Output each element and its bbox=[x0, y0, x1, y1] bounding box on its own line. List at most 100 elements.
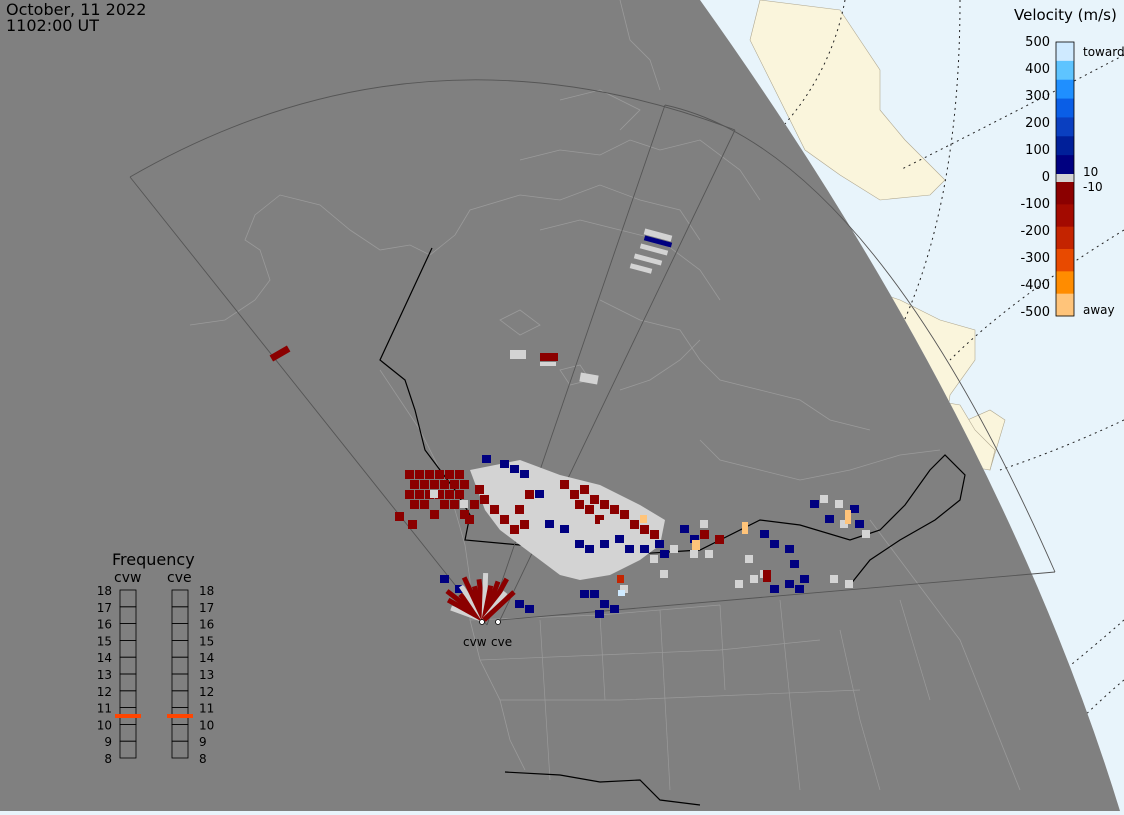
frequency-tick-right: 18 bbox=[199, 584, 214, 598]
scatter-cell bbox=[585, 505, 594, 514]
scatter-cell bbox=[660, 570, 668, 578]
scatter-cell bbox=[640, 545, 649, 553]
scatter-cell bbox=[580, 590, 589, 598]
scatter-cell bbox=[445, 470, 454, 479]
frequency-tick-left: 12 bbox=[97, 685, 112, 699]
scatter-cell bbox=[575, 540, 584, 548]
scatter-cell bbox=[475, 485, 484, 494]
scatter-cell bbox=[445, 490, 454, 499]
scatter-cell bbox=[800, 575, 809, 583]
map-canvas: cvw cve Velocity (m/s) 500 400 300 200 100 0 -… bbox=[0, 0, 1124, 811]
scatter-cell bbox=[640, 515, 647, 523]
scatter-cell bbox=[742, 522, 748, 534]
scatter-cell bbox=[575, 500, 584, 509]
frequency-col-cvw: cvw bbox=[114, 570, 141, 586]
scatter-cell bbox=[610, 605, 619, 613]
scatter-cell bbox=[835, 500, 843, 508]
velocity-swatch bbox=[1056, 226, 1074, 250]
frequency-tick-right: 10 bbox=[199, 718, 214, 732]
frequency-tick-left: 16 bbox=[97, 618, 112, 632]
velocity-scale-title: Velocity (m/s) bbox=[1014, 6, 1117, 24]
scatter-cell bbox=[750, 575, 758, 583]
scatter-cell bbox=[460, 480, 469, 489]
frequency-tick-right: 9 bbox=[199, 735, 207, 749]
scatter-cell bbox=[420, 480, 429, 489]
scatter-cell bbox=[405, 470, 414, 479]
frequency-tick-left: 13 bbox=[97, 668, 112, 682]
scatter-cell bbox=[465, 515, 474, 524]
velocity-tick-label: 300 bbox=[1025, 89, 1050, 104]
scatter-cell bbox=[650, 530, 659, 539]
velocity-tick-label: -300 bbox=[1020, 251, 1050, 266]
velocity-tick-label: 400 bbox=[1025, 62, 1050, 77]
scatter-cell bbox=[595, 610, 604, 618]
frequency-tick-right: 16 bbox=[199, 618, 214, 632]
velocity-swatch bbox=[1056, 60, 1074, 81]
scatter-cell bbox=[640, 525, 649, 534]
velocity-swatch bbox=[1056, 271, 1074, 295]
scatter-cell bbox=[600, 520, 608, 528]
scatter-cell bbox=[715, 535, 724, 544]
scatter-cell bbox=[700, 530, 709, 539]
scatter-cell bbox=[680, 525, 689, 533]
velocity-swatch-ground-scatter bbox=[1056, 174, 1074, 182]
scatter-cell bbox=[760, 530, 769, 538]
scatter-cell bbox=[440, 480, 449, 489]
scatter-cell bbox=[845, 510, 851, 524]
velocity-swatch bbox=[1056, 155, 1074, 175]
scatter-cell bbox=[600, 500, 609, 509]
scatter-cell bbox=[855, 520, 864, 528]
scatter-cell bbox=[670, 545, 678, 553]
scatter-cell bbox=[618, 590, 625, 596]
scatter-cell bbox=[540, 353, 558, 361]
scatter-cell bbox=[395, 512, 404, 521]
velocity-label-neg-threshold: -10 bbox=[1083, 180, 1103, 194]
scatter-cell bbox=[620, 510, 629, 519]
scatter-cell bbox=[470, 500, 479, 509]
scatter-cell bbox=[435, 470, 444, 479]
frequency-tick-left: 9 bbox=[104, 735, 112, 749]
velocity-tick-label: -200 bbox=[1020, 224, 1050, 239]
frequency-tick-left: 15 bbox=[97, 634, 112, 648]
scatter-cell bbox=[495, 485, 503, 493]
radar-site-cvw bbox=[479, 619, 485, 625]
frequency-col-cve: cve bbox=[167, 570, 192, 586]
scatter-cell bbox=[440, 500, 449, 509]
scatter-cell bbox=[482, 455, 491, 463]
frequency-tick-left: 8 bbox=[104, 752, 112, 766]
velocity-label-away: away bbox=[1083, 303, 1115, 317]
scatter-cell bbox=[525, 605, 534, 613]
scatter-cell bbox=[535, 490, 544, 498]
scatter-cell bbox=[692, 540, 700, 550]
scatter-cell bbox=[660, 550, 669, 558]
velocity-tick-label: 500 bbox=[1025, 35, 1050, 50]
velocity-swatch bbox=[1056, 249, 1074, 272]
frequency-tick-left: 11 bbox=[97, 702, 112, 716]
scatter-cell bbox=[625, 545, 634, 553]
scatter-cell bbox=[785, 545, 794, 553]
scatter-cell bbox=[830, 575, 838, 583]
scatter-cell bbox=[520, 520, 529, 529]
frequency-tick-left: 10 bbox=[97, 718, 112, 732]
velocity-tick-label: -100 bbox=[1020, 197, 1050, 212]
scatter-cell bbox=[415, 490, 424, 499]
time-label: 1102:00 UT bbox=[6, 16, 100, 35]
frequency-tick-right: 8 bbox=[199, 752, 207, 766]
scatter-cell bbox=[515, 505, 524, 514]
scatter-cell bbox=[500, 515, 509, 524]
scatter-cell bbox=[790, 560, 799, 568]
scatter-cell bbox=[600, 600, 609, 608]
velocity-swatch bbox=[1056, 42, 1074, 62]
scatter-cell bbox=[615, 535, 624, 543]
scatter-cell bbox=[820, 495, 828, 503]
scatter-cell bbox=[700, 520, 708, 528]
velocity-tick-label: 100 bbox=[1025, 143, 1050, 158]
frequency-tick-right: 11 bbox=[199, 702, 214, 716]
scatter-cell bbox=[415, 470, 424, 479]
radar-site-cve bbox=[495, 619, 501, 625]
scatter-cell bbox=[810, 500, 819, 508]
radar-label-cvw: cvw bbox=[463, 635, 487, 649]
scatter-cell bbox=[455, 490, 464, 499]
velocity-swatch bbox=[1056, 136, 1074, 156]
scatter-cell bbox=[460, 500, 468, 508]
